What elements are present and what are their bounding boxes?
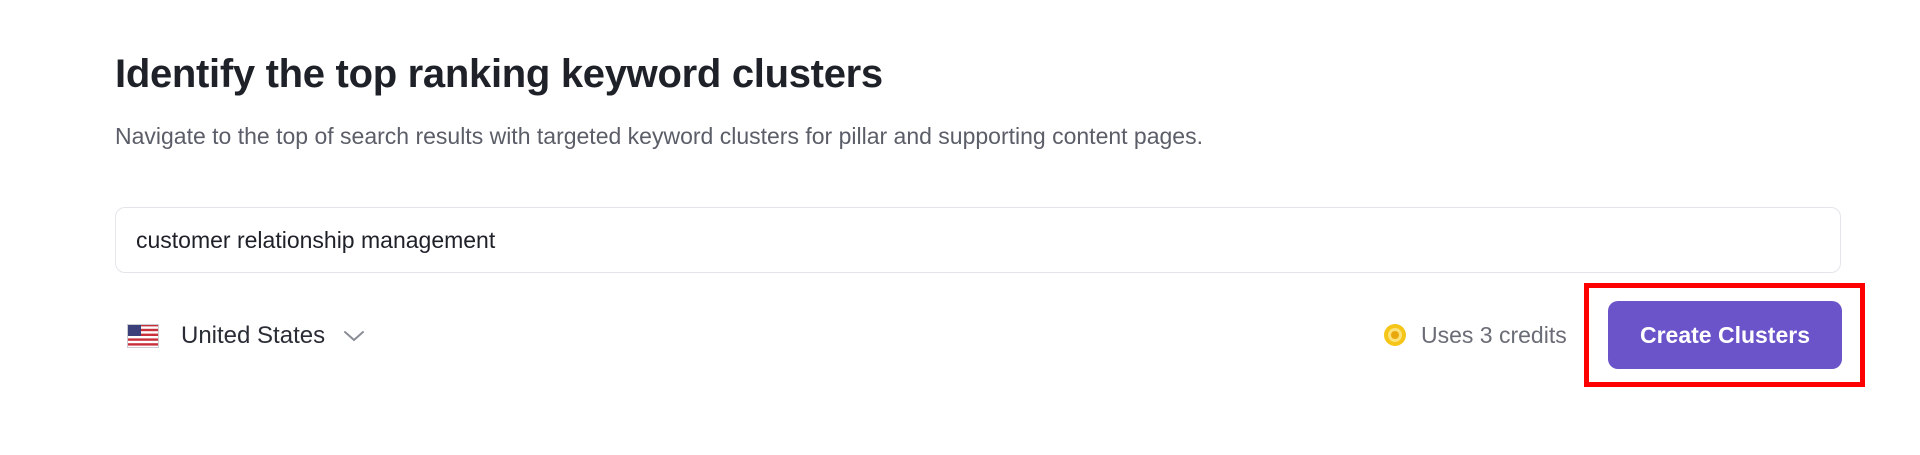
keyword-cluster-panel: Identify the top ranking keyword cluster…: [0, 0, 1920, 455]
credits-label: Uses 3 credits: [1421, 321, 1567, 348]
chevron-down-icon: [343, 329, 365, 343]
country-select[interactable]: United States: [127, 314, 365, 358]
page-title: Identify the top ranking keyword cluster…: [115, 52, 883, 96]
country-label: United States: [181, 322, 326, 349]
us-flag-icon: [127, 324, 159, 348]
page-subtitle: Navigate to the top of search results wi…: [115, 123, 1203, 149]
credits-info: Uses 3 credits: [1383, 318, 1567, 352]
coin-icon: [1383, 323, 1407, 347]
create-clusters-button[interactable]: Create Clusters: [1608, 301, 1842, 369]
keyword-input[interactable]: [115, 207, 1841, 273]
